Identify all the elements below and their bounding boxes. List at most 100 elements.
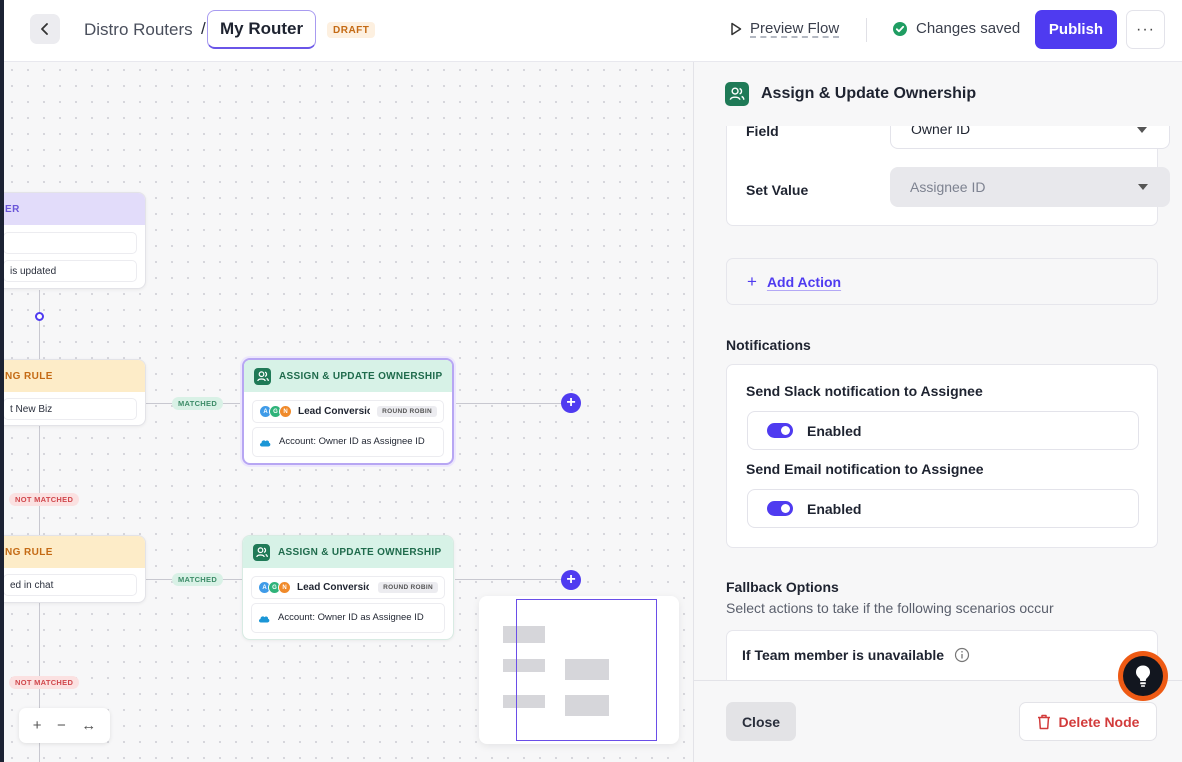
delete-node-label: Delete Node	[1058, 713, 1140, 730]
slack-toggle-label: Enabled	[807, 422, 862, 439]
routing-rule-title: NG RULE	[4, 360, 145, 392]
assignment-row: A G N Lead Conversio ROUND ROBIN	[252, 400, 444, 423]
email-toggle[interactable]	[767, 501, 793, 516]
update-field-row: Account: Owner ID as Assignee ID	[251, 603, 445, 633]
minimap-viewport[interactable]	[516, 599, 657, 741]
panel-title: Assign & Update Ownership	[761, 85, 977, 102]
users-icon	[725, 82, 749, 106]
matched-label: MATCHED	[172, 573, 224, 586]
flow-canvas[interactable]: ER is updated NG RULE t New Biz MATCHED …	[4, 62, 693, 762]
plus-icon: +	[747, 271, 757, 291]
avatar: N	[278, 581, 291, 594]
add-node-button[interactable]: +	[561, 570, 581, 590]
save-status-label: Changes saved	[916, 20, 1021, 37]
notifications-title: Notifications	[726, 337, 811, 353]
notifications-card: Send Slack notification to Assignee Enab…	[726, 364, 1158, 548]
node-settings-panel: Assign & Update Ownership Field Owner ID…	[693, 62, 1182, 762]
panel-header: Assign & Update Ownership	[725, 82, 976, 106]
trigger-node[interactable]: ER is updated	[4, 192, 146, 289]
info-icon[interactable]	[954, 647, 970, 663]
assignment-name: Lead Conversio	[298, 406, 370, 417]
assign-ownership-node[interactable]: ASSIGN & UPDATE OWNERSHIP A G N Lead Con…	[242, 358, 454, 465]
breadcrumb-separator: /	[201, 19, 206, 38]
routing-rule-node[interactable]: NG RULE t New Biz	[4, 359, 146, 426]
help-bulb-button[interactable]	[1118, 651, 1168, 701]
trigger-node-row: is updated	[4, 260, 137, 282]
set-value-select[interactable]: Assignee ID	[890, 167, 1170, 207]
round-robin-badge: ROUND ROBIN	[377, 406, 437, 417]
slack-toggle-row[interactable]: Enabled	[747, 411, 1139, 450]
salesforce-cloud-icon	[259, 439, 271, 446]
users-icon	[254, 367, 271, 385]
fit-view-button[interactable]: ↔	[81, 717, 96, 734]
close-button[interactable]: Close	[726, 702, 796, 741]
status-badge: DRAFT	[327, 22, 376, 38]
avatar: N	[279, 405, 292, 418]
check-circle-icon	[893, 21, 907, 36]
preview-flow-label: Preview Flow	[750, 20, 840, 37]
round-robin-badge: ROUND ROBIN	[378, 582, 438, 593]
delete-node-button[interactable]: Delete Node	[1019, 702, 1157, 741]
routing-rule-node[interactable]: NG RULE ed in chat	[4, 535, 146, 603]
assign-ownership-node[interactable]: ASSIGN & UPDATE OWNERSHIP A G N Lead Con…	[242, 535, 454, 640]
routing-rule-row: ed in chat	[4, 574, 137, 596]
not-matched-label: NOT MATCHED	[9, 676, 80, 689]
fallback-title: Fallback Options	[726, 579, 839, 595]
fallback-subtitle: Select actions to take if the following …	[726, 600, 1054, 616]
assignment-name: Lead Conversio	[297, 582, 369, 593]
routing-rule-row: t New Biz	[4, 398, 137, 420]
set-value-placeholder: Assignee ID	[910, 179, 986, 195]
routing-rule-title: NG RULE	[4, 536, 145, 568]
fallback-item: If Team member is unavailable	[742, 647, 970, 663]
update-field-text: Account: Owner ID as Assignee ID	[279, 436, 425, 447]
set-value-label: Set Value	[746, 182, 809, 198]
chevron-down-icon	[1138, 184, 1148, 190]
connector-handle[interactable]	[35, 312, 44, 321]
more-options-button[interactable]: ···	[1126, 10, 1165, 49]
connector-line	[455, 403, 565, 404]
publish-button[interactable]: Publish	[1035, 10, 1117, 49]
breadcrumb-current[interactable]: My Router	[207, 10, 317, 49]
update-field-row: Account: Owner ID as Assignee ID	[252, 427, 444, 457]
zoom-controls: + − ↔	[19, 708, 110, 743]
back-button[interactable]	[30, 14, 60, 44]
lightbulb-icon	[1136, 665, 1150, 687]
add-node-button[interactable]: +	[561, 393, 581, 413]
update-field-text: Account: Owner ID as Assignee ID	[278, 612, 424, 623]
connector-line	[455, 579, 565, 580]
assign-node-title: ASSIGN & UPDATE OWNERSHIP	[278, 546, 442, 558]
matched-label: MATCHED	[172, 397, 224, 410]
panel-footer: Close Delete Node	[694, 680, 1182, 762]
add-action-label: Add Action	[766, 273, 842, 290]
salesforce-cloud-icon	[258, 615, 270, 622]
assign-node-title: ASSIGN & UPDATE OWNERSHIP	[279, 370, 443, 382]
trigger-node-title: ER	[4, 193, 145, 225]
field-select-value: Owner ID	[911, 126, 971, 137]
preview-flow-button[interactable]: Preview Flow	[730, 20, 839, 37]
users-icon	[253, 543, 270, 561]
chevron-down-icon	[1137, 127, 1147, 133]
save-status: Changes saved	[892, 20, 1020, 37]
not-matched-label: NOT MATCHED	[9, 493, 80, 506]
slack-toggle[interactable]	[767, 423, 793, 438]
chevron-left-icon	[41, 23, 48, 35]
fallback-item-label: If Team member is unavailable	[742, 647, 945, 663]
play-icon	[731, 22, 742, 35]
email-toggle-row[interactable]: Enabled	[747, 489, 1139, 528]
window-left-edge	[0, 0, 4, 762]
breadcrumb-parent[interactable]: Distro Routers	[84, 20, 193, 40]
header-divider	[866, 18, 867, 42]
minimap[interactable]	[479, 596, 679, 744]
zoom-out-button[interactable]: −	[57, 717, 66, 734]
add-action-button[interactable]: + Add Action	[726, 258, 1158, 305]
top-header: Distro Routers / My Router DRAFT Preview…	[4, 0, 1182, 62]
field-card-viewport: Field Owner ID Set Value Assignee ID	[694, 126, 1182, 246]
field-label: Field	[746, 126, 779, 139]
update-field-card: Field Owner ID Set Value Assignee ID	[726, 126, 1170, 226]
assignment-row: A G N Lead Conversio ROUND ROBIN	[251, 576, 445, 599]
field-select[interactable]: Owner ID	[890, 126, 1170, 149]
trigger-node-row	[4, 232, 137, 254]
zoom-in-button[interactable]: +	[33, 717, 42, 734]
email-notification-label: Send Email notification to Assignee	[746, 461, 984, 477]
slack-notification-label: Send Slack notification to Assignee	[746, 383, 983, 399]
